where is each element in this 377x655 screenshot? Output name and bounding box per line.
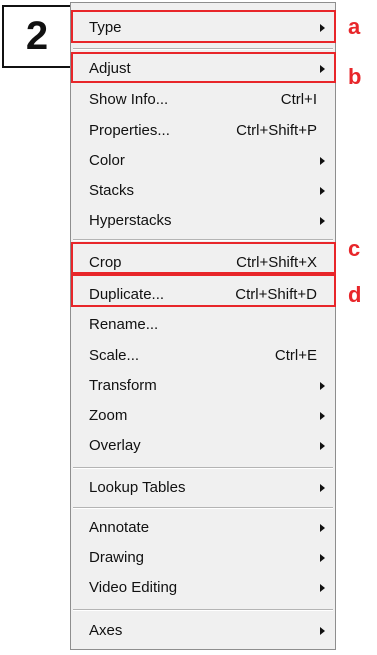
menu-item-label: Stacks (89, 182, 135, 199)
menu-item-label: Properties... (89, 122, 170, 139)
menu-separator (73, 239, 333, 241)
highlight-box-d (71, 274, 336, 307)
step-number-box: 2 (2, 5, 72, 68)
submenu-arrow-icon (320, 627, 325, 635)
image-context-menu: Type Adjust Show Info... Ctrl+I Properti… (70, 2, 336, 650)
menu-item-label: Drawing (89, 549, 145, 566)
menu-item-video-editing[interactable]: Video Editing (71, 573, 335, 603)
menu-item-show-info[interactable]: Show Info... Ctrl+I (71, 85, 335, 115)
menu-item-zoom[interactable]: Zoom (71, 401, 335, 431)
menu-item-label: Overlay (89, 437, 141, 454)
menu-item-annotate[interactable]: Annotate (71, 513, 335, 543)
menu-item-overlay[interactable]: Overlay (71, 431, 335, 461)
menu-separator (73, 609, 333, 611)
menu-item-properties[interactable]: Properties... Ctrl+Shift+P (71, 116, 335, 146)
menu-item-hyperstacks[interactable]: Hyperstacks (71, 206, 335, 236)
menu-item-label: Lookup Tables (89, 479, 186, 496)
menu-item-shortcut: Ctrl+E (274, 347, 317, 364)
menu-item-stacks[interactable]: Stacks (71, 176, 335, 206)
menu-item-shortcut: Ctrl+Shift+P (236, 122, 317, 139)
menu-separator (73, 48, 333, 50)
menu-item-label: Annotate (89, 519, 150, 536)
submenu-arrow-icon (320, 412, 325, 420)
annotation-label-b: b (348, 64, 362, 89)
highlight-box-b (71, 52, 336, 83)
menu-item-scale[interactable]: Scale... Ctrl+E (71, 341, 335, 371)
step-number: 2 (25, 14, 49, 58)
menu-item-label: Show Info... (89, 91, 169, 108)
menu-item-color[interactable]: Color (71, 146, 335, 176)
menu-item-lookup-tables[interactable]: Lookup Tables (71, 473, 335, 503)
menu-item-transform[interactable]: Transform (71, 371, 335, 401)
highlight-box-c (71, 242, 336, 274)
menu-item-label: Color (89, 152, 125, 169)
menu-separator (73, 507, 333, 509)
submenu-arrow-icon (320, 524, 325, 532)
menu-item-label: Hyperstacks (89, 212, 172, 229)
annotation-label-c: c (348, 236, 361, 261)
annotation-label-d: d (348, 282, 362, 307)
menu-item-label: Axes (89, 622, 123, 639)
menu-item-label: Video Editing (89, 579, 178, 596)
submenu-arrow-icon (320, 442, 325, 450)
submenu-arrow-icon (320, 554, 325, 562)
submenu-arrow-icon (320, 187, 325, 195)
highlight-box-a (71, 10, 336, 43)
menu-item-label: Zoom (89, 407, 128, 424)
annotation-label-a: a (348, 14, 361, 39)
submenu-arrow-icon (320, 484, 325, 492)
menu-item-shortcut: Ctrl+I (280, 91, 317, 108)
submenu-arrow-icon (320, 584, 325, 592)
submenu-arrow-icon (320, 382, 325, 390)
menu-item-label: Rename... (89, 316, 159, 333)
submenu-arrow-icon (320, 157, 325, 165)
menu-separator (73, 467, 333, 469)
menu-item-label: Transform (89, 377, 157, 394)
menu-item-axes[interactable]: Axes (71, 616, 335, 646)
menu-item-drawing[interactable]: Drawing (71, 543, 335, 573)
menu-item-rename[interactable]: Rename... (71, 310, 335, 340)
menu-item-label: Scale... (89, 347, 140, 364)
submenu-arrow-icon (320, 217, 325, 225)
